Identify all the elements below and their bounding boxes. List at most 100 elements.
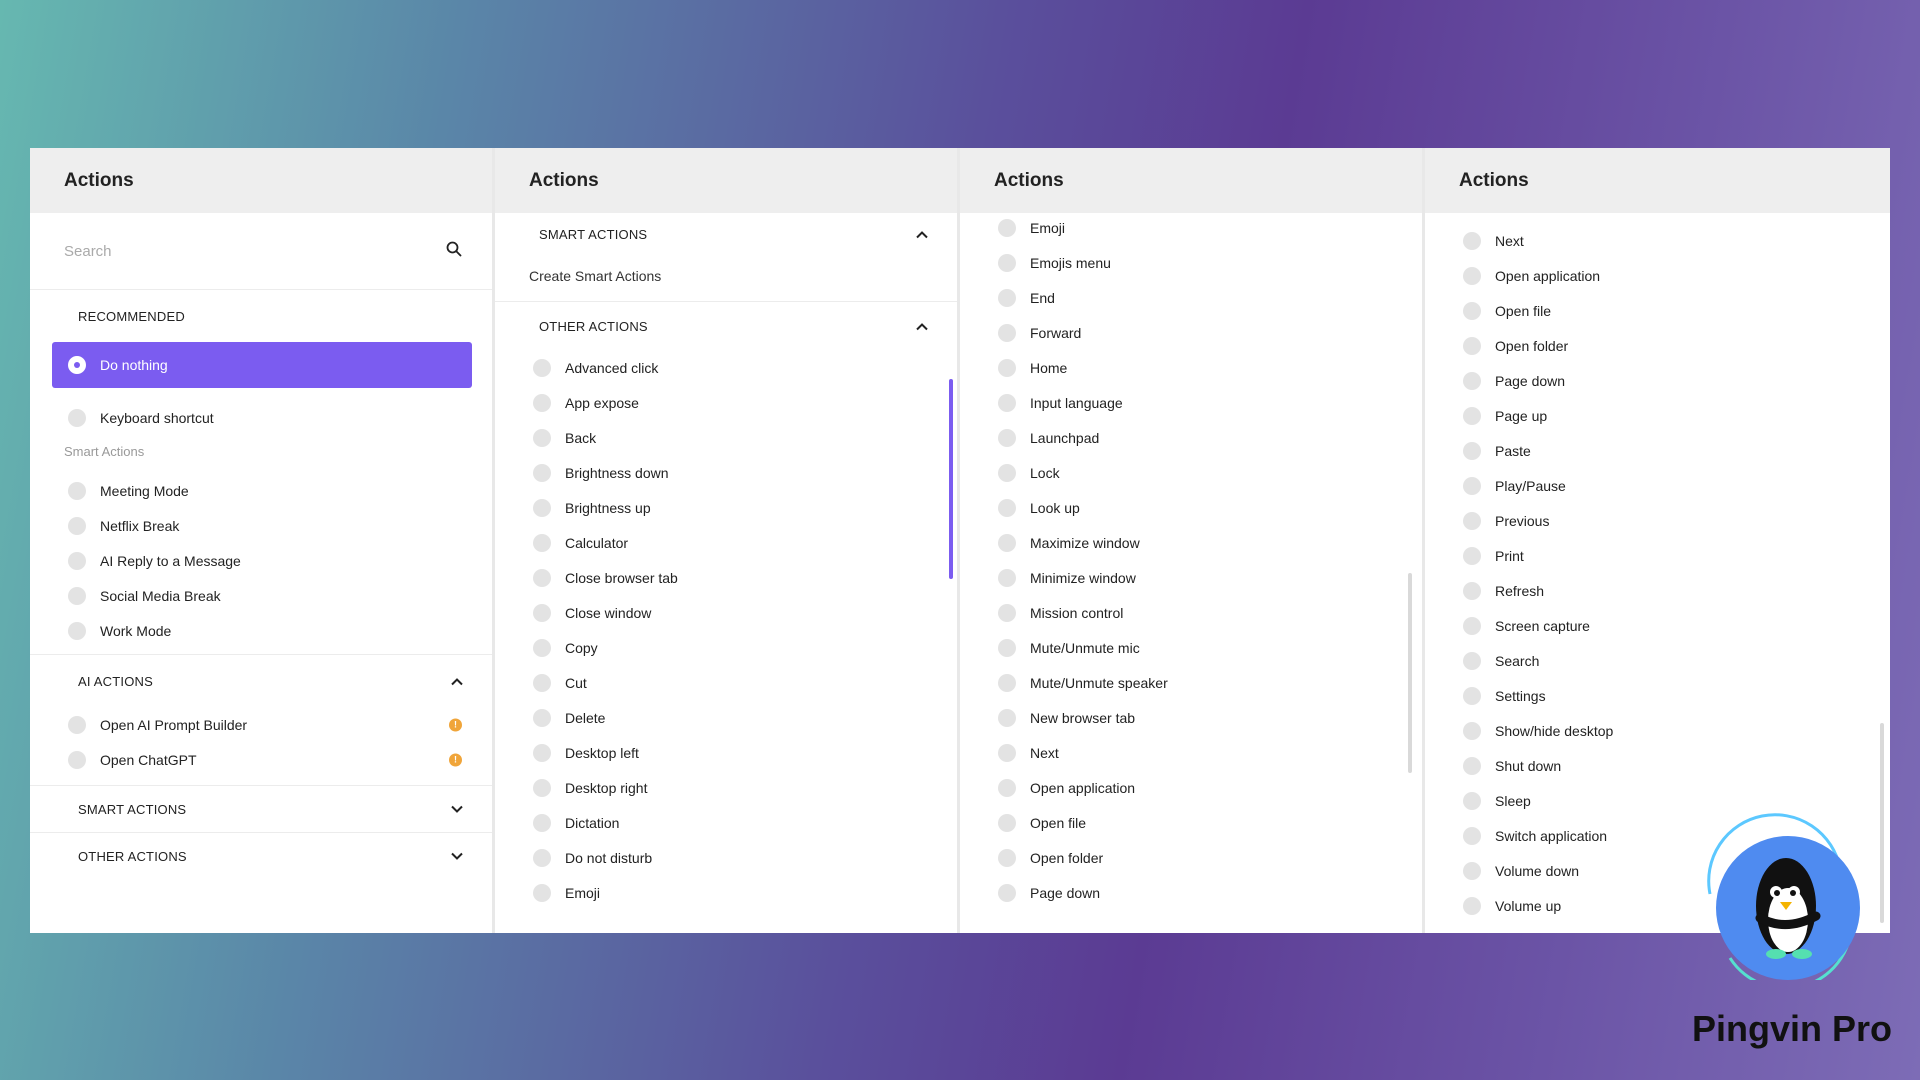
radio[interactable] [998,428,1016,447]
radio[interactable] [533,638,551,657]
list-item[interactable]: Play/Pause [1425,468,1890,503]
list-item[interactable]: Search [1425,643,1890,678]
list-item[interactable]: Emojis menu [960,245,1422,280]
radio[interactable] [1463,231,1481,250]
list-item[interactable]: Look up [960,490,1422,525]
radio[interactable] [998,848,1016,867]
radio[interactable] [998,673,1016,692]
list-item[interactable]: Open application [960,770,1422,805]
list-item[interactable]: Page down [960,875,1422,910]
action-open-chatgpt[interactable]: Open ChatGPT ! [30,742,492,777]
list-item[interactable]: Copy [495,630,957,665]
radio[interactable] [998,323,1016,342]
list-item[interactable]: Brightness down [495,455,957,490]
list-item[interactable]: Next [1425,223,1890,258]
radio[interactable] [533,778,551,797]
radio[interactable] [1463,476,1481,495]
list-item[interactable]: Advanced click [495,350,957,385]
list-item[interactable]: AI Reply to a Message [30,543,492,578]
list-item[interactable]: End [960,280,1422,315]
chevron-down-icon[interactable] [450,802,464,816]
list-item[interactable]: Page up [1425,398,1890,433]
action-keyboard-shortcut[interactable]: Keyboard shortcut [30,400,492,435]
list-item[interactable]: Emoji [960,213,1422,245]
search-icon[interactable] [446,241,462,262]
list-item[interactable]: Meeting Mode [30,473,492,508]
create-smart-actions-link[interactable]: Create Smart Actions [495,255,957,297]
radio[interactable] [1463,406,1481,425]
radio[interactable] [1463,441,1481,460]
radio[interactable] [998,778,1016,797]
list-item[interactable]: Back [495,420,957,455]
list-item[interactable]: Show/hide desktop [1425,713,1890,748]
list-item[interactable]: Open folder [1425,328,1890,363]
radio[interactable] [68,481,86,500]
list-item[interactable]: Print [1425,538,1890,573]
list-item[interactable]: Screen capture [1425,608,1890,643]
radio[interactable] [998,218,1016,237]
list-item[interactable]: Delete [495,700,957,735]
list-item[interactable]: Refresh [1425,573,1890,608]
list-item[interactable]: Cut [495,665,957,700]
radio[interactable] [998,638,1016,657]
list-item[interactable]: Open application [1425,258,1890,293]
list-item[interactable]: Page down [1425,363,1890,398]
ai-actions-header[interactable]: AI ACTIONS [30,655,492,707]
radio[interactable] [998,393,1016,412]
radio[interactable] [533,708,551,727]
list-item[interactable]: Minimize window [960,560,1422,595]
list-item[interactable]: Forward [960,315,1422,350]
other-actions-header[interactable]: OTHER ACTIONS [30,833,492,879]
radio-selected[interactable] [68,356,86,374]
list-item[interactable]: Shut down [1425,748,1890,783]
radio[interactable] [533,463,551,482]
radio[interactable] [1463,791,1481,810]
radio[interactable] [533,428,551,447]
list-item[interactable]: Previous [1425,503,1890,538]
list-item[interactable]: Close window [495,595,957,630]
list-item[interactable]: Desktop left [495,735,957,770]
list-item[interactable]: Paste [1425,433,1890,468]
radio[interactable] [998,533,1016,552]
chevron-up-icon[interactable] [915,227,929,241]
list-item[interactable]: Home [960,350,1422,385]
radio[interactable] [533,883,551,902]
radio[interactable] [1463,651,1481,670]
radio[interactable] [1463,336,1481,355]
radio[interactable] [533,673,551,692]
list-item[interactable]: Work Mode [30,613,492,648]
radio[interactable] [1463,546,1481,565]
chevron-down-icon[interactable] [450,849,464,863]
radio[interactable] [533,848,551,867]
list-item[interactable]: Do not disturb [495,840,957,875]
list-item[interactable]: Settings [1425,678,1890,713]
radio[interactable] [533,603,551,622]
scrollbar-thumb[interactable] [1880,723,1884,923]
list-item[interactable]: Mute/Unmute speaker [960,665,1422,700]
radio[interactable] [68,586,86,605]
radio[interactable] [1463,581,1481,600]
radio[interactable] [998,498,1016,517]
list-item[interactable]: Close browser tab [495,560,957,595]
radio[interactable] [1463,861,1481,880]
radio[interactable] [68,408,86,427]
list-item[interactable]: Next [960,735,1422,770]
radio[interactable] [998,813,1016,832]
chevron-up-icon[interactable] [450,674,464,688]
scrollbar-thumb[interactable] [949,379,953,579]
radio[interactable] [1463,511,1481,530]
radio[interactable] [533,393,551,412]
radio[interactable] [1463,721,1481,740]
radio[interactable] [1463,686,1481,705]
radio[interactable] [998,288,1016,307]
radio[interactable] [68,621,86,640]
radio[interactable] [998,603,1016,622]
list-item[interactable]: Dictation [495,805,957,840]
list-item[interactable]: App expose [495,385,957,420]
radio[interactable] [533,358,551,377]
list-item[interactable]: Mission control [960,595,1422,630]
list-item[interactable]: Brightness up [495,490,957,525]
list-item[interactable]: Input language [960,385,1422,420]
list-item[interactable]: Emoji [495,875,957,910]
smart-actions-header[interactable]: SMART ACTIONS [495,213,957,255]
